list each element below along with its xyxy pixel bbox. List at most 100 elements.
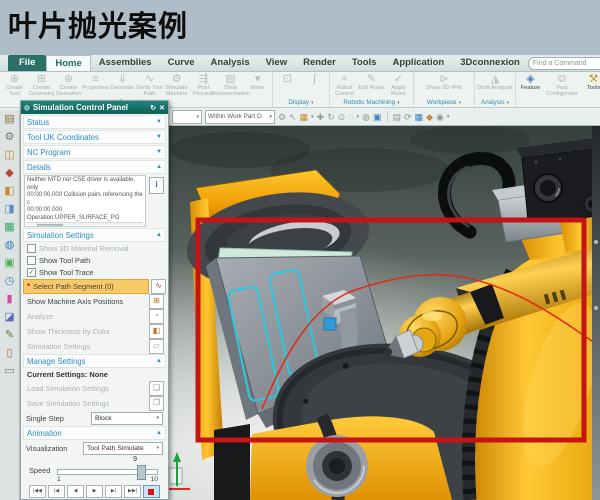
tab-application[interactable]: Application	[384, 55, 452, 71]
checkbox-show-tool-trace[interactable]: Show Tool Trace	[23, 267, 166, 278]
operation-navigator-icon[interactable]: ▤	[4, 114, 14, 125]
history-icon[interactable]: ◷	[5, 276, 15, 287]
documentation-icon[interactable]: ▭	[4, 366, 14, 377]
panel-close-icon[interactable]: ✕	[159, 104, 165, 112]
assembly-navigator-icon[interactable]: ◧	[4, 186, 14, 197]
refresh-view-icon[interactable]: ⟳	[404, 112, 412, 122]
shop-documentation-button[interactable]: ▤Shop Documentation	[217, 72, 244, 97]
selection-filter-dropdown[interactable]: ▾	[172, 110, 202, 124]
show-3d-ipw-button[interactable]: ⊳Show 3D IPW	[415, 72, 473, 97]
grid-icon[interactable]: ▤	[393, 112, 402, 122]
rotate-icon[interactable]: ↻	[327, 112, 335, 122]
machine-axis-button[interactable]: ⊞	[149, 294, 164, 309]
draft-analysis-button[interactable]: ◮Draft Analysis	[476, 72, 514, 97]
section-nc-program[interactable]: NC Program▼	[23, 145, 166, 159]
information-button[interactable]: i	[149, 177, 164, 194]
touch-mode-icon[interactable]: ✎	[5, 330, 14, 341]
select-path-segment-field[interactable]: * Select Path Segment (0)	[23, 279, 149, 294]
verify-tool-path-button[interactable]: ∿Verify Tool Path	[136, 72, 163, 97]
tab-home[interactable]: Home	[46, 55, 90, 71]
reuse-library-icon[interactable]: ▣	[4, 258, 14, 269]
tab-view[interactable]: View	[258, 55, 295, 71]
tab-3dconnexion[interactable]: 3Dconnexion	[452, 55, 528, 71]
palette-caret-icon[interactable]: ▾	[311, 112, 314, 122]
group-label-analysis: Analysis	[481, 99, 504, 106]
cone-icon[interactable]: ◆	[426, 112, 433, 122]
globe-caret-icon[interactable]: ▾	[447, 112, 450, 122]
tab-assemblies[interactable]: Assemblies	[91, 55, 160, 71]
path-segment-curve-button[interactable]: ∿	[151, 279, 166, 294]
go-to-start-button[interactable]: |◀◀	[29, 485, 46, 498]
hd3d-tools-icon[interactable]: ▮	[6, 294, 12, 305]
step-forward-button[interactable]: ▶|	[105, 485, 122, 498]
constraint-navigator-icon[interactable]: ◨	[4, 204, 14, 215]
machine-tool-navigator-icon[interactable]: ◫	[4, 150, 14, 161]
section-animation[interactable]: Animation▲	[23, 426, 166, 440]
go-to-end-button[interactable]: ▶▶|	[124, 485, 141, 498]
select-arrow-icon[interactable]: ↖	[289, 112, 297, 122]
file-menu-button[interactable]: File	[8, 55, 46, 71]
play-forward-button[interactable]: ▶	[86, 485, 103, 498]
load-settings-button[interactable]: ❏	[149, 381, 164, 396]
step-back-segment-button[interactable]: |◀	[48, 485, 65, 498]
selection-scope-dropdown[interactable]: Within Work Part O▾	[205, 110, 275, 124]
robot-control-button[interactable]: ⌖Robot Control	[331, 72, 358, 97]
show-3d-ipw-icon: ⊳	[439, 73, 448, 85]
visual-reports-icon[interactable]: ◪	[4, 312, 14, 323]
tab-curve[interactable]: Curve	[160, 55, 203, 71]
snap-gear-icon[interactable]: ⚙	[278, 112, 286, 122]
globe-icon[interactable]: ◉	[436, 112, 444, 122]
collision-icon[interactable]: ◆	[5, 168, 13, 179]
tools-button[interactable]: ⚒Tools	[580, 72, 600, 97]
thickness-color-button[interactable]: ◧	[149, 324, 164, 339]
find-command-input[interactable]: Find a Command ⌕	[528, 57, 600, 70]
web-browser-icon[interactable]: ◍	[5, 240, 15, 251]
tab-render[interactable]: Render	[295, 55, 344, 71]
post-configurator-button[interactable]: ⧉Post Configurator	[544, 72, 580, 97]
analyze-button[interactable]: ◔	[149, 309, 164, 324]
section-details[interactable]: Details▲	[23, 160, 166, 174]
simulation-settings-button[interactable]: ▱	[149, 339, 164, 354]
create-tool-button[interactable]: ⊕Create Tool	[1, 72, 28, 97]
generate-button[interactable]: ⇓Generate	[109, 72, 136, 97]
panel-header[interactable]: ⊙ Simulation Control Panel ↻ ✕	[21, 101, 168, 114]
notebook-icon[interactable]: ▯	[6, 348, 12, 359]
single-step-dropdown[interactable]: Block▾	[91, 412, 163, 425]
step-back-button[interactable]: ◀	[67, 485, 84, 498]
details-log[interactable]: Neither MTD nor CSE driver is available,…	[24, 175, 146, 227]
save-display-button[interactable]: ⊡	[274, 72, 301, 97]
color-palette-icon[interactable]: ▦	[300, 112, 309, 122]
curve-display-button[interactable]: ∫	[301, 72, 328, 97]
lasso-icon[interactable]: ◌	[348, 112, 353, 122]
table-icon[interactable]: ▦	[415, 112, 424, 122]
layers-icon[interactable]: ▦	[4, 222, 14, 233]
panel-refresh-icon[interactable]: ↻	[150, 104, 156, 112]
create-geometry-button[interactable]: ⊞Create Geometry	[28, 72, 55, 97]
more-button[interactable]: ▾More	[244, 72, 271, 97]
gear-icon[interactable]: ⚙	[5, 132, 15, 143]
feature-button[interactable]: ◈Feature	[517, 72, 544, 97]
section-tool-ijk[interactable]: Tool IJK Coordinates▼	[23, 130, 166, 144]
section-simulation-settings[interactable]: Simulation Settings▲	[23, 228, 166, 242]
section-status[interactable]: Status▼	[23, 115, 166, 129]
save-settings-button[interactable]: ❐	[149, 396, 164, 411]
details-hscrollbar[interactable]	[27, 222, 143, 225]
move-icon[interactable]: ✚	[317, 112, 325, 122]
zoom-circle-icon[interactable]: ⊙	[338, 112, 346, 122]
speed-slider[interactable]	[57, 469, 158, 475]
lasso-caret-icon[interactable]: ▾	[357, 112, 360, 122]
section-manage-settings[interactable]: Manage Settings▲	[23, 354, 166, 368]
tab-tools[interactable]: Tools	[344, 55, 385, 71]
edit-rules-button[interactable]: ✎Edit Rules	[358, 72, 385, 97]
window-view-icon[interactable]: ▣	[373, 112, 382, 122]
create-operation-button[interactable]: ⊛Create Operation	[55, 72, 82, 97]
checkbox-show-tool-path[interactable]: Show Tool Path	[23, 255, 166, 266]
simulate-machine-button[interactable]: ⚙Simulate Machine	[163, 72, 190, 97]
tab-analysis[interactable]: Analysis	[203, 55, 258, 71]
stop-button[interactable]	[143, 485, 160, 498]
properties-button[interactable]: ≡Properties	[82, 72, 109, 97]
visualization-dropdown[interactable]: Tool Path Simulate▾	[83, 442, 163, 455]
checkbox-show-3d-material-removal[interactable]: Show 3D Material Removal	[23, 243, 166, 254]
apply-rules-button[interactable]: ✓Apply Rules	[385, 72, 412, 97]
shaded-view-icon[interactable]: ◍	[362, 112, 370, 122]
